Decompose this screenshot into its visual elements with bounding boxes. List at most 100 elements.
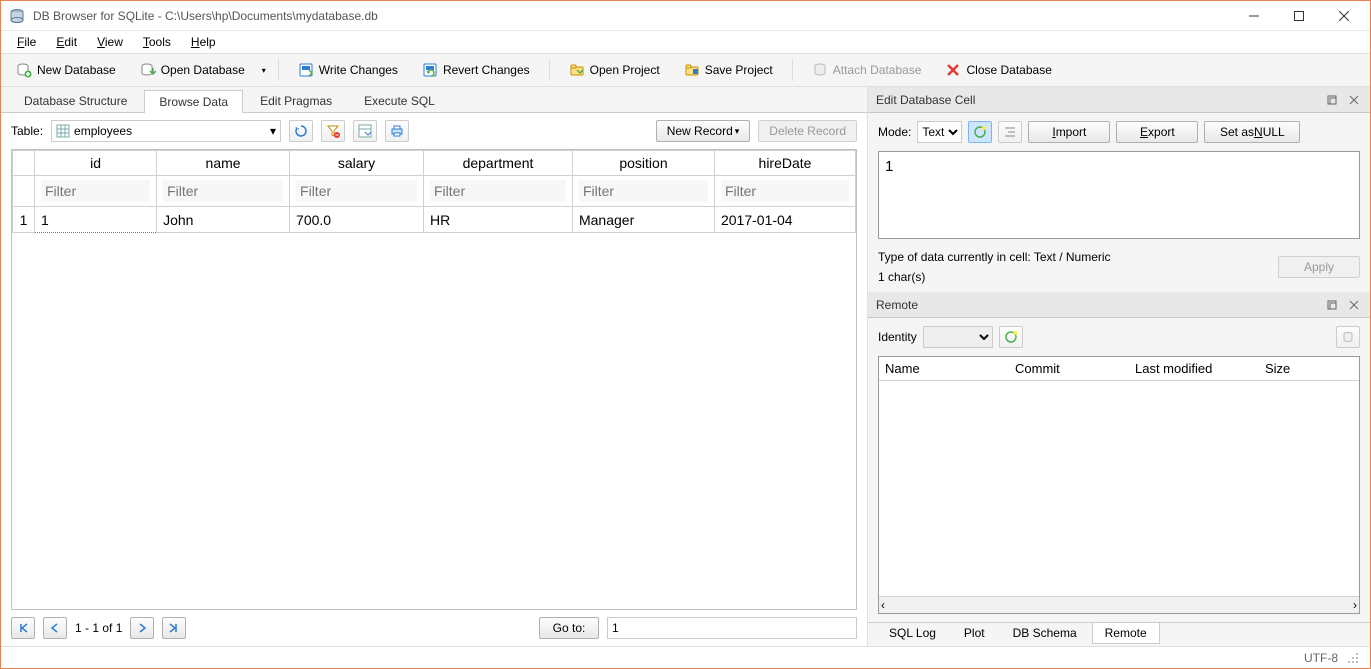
filter-hiredate[interactable] (721, 180, 849, 202)
apply-button[interactable]: Apply (1278, 256, 1360, 278)
new-record-button[interactable]: New Record▾ (656, 120, 751, 142)
col-id[interactable]: id (35, 151, 157, 176)
clear-filters-button[interactable] (321, 120, 345, 142)
cell-salary[interactable]: 700.0 (290, 207, 424, 233)
next-page-button[interactable] (130, 617, 154, 639)
tab-remote[interactable]: Remote (1092, 623, 1160, 644)
remote-col-size[interactable]: Size (1259, 357, 1359, 380)
edit-cell-header: Edit Database Cell (868, 87, 1370, 113)
maximize-button[interactable] (1276, 2, 1321, 30)
dock-icon[interactable] (1324, 92, 1340, 108)
close-database-label: Close Database (966, 63, 1051, 77)
cell-editor[interactable]: 1 (878, 151, 1360, 239)
scroll-left-icon[interactable]: ‹ (881, 598, 885, 612)
tab-database-structure[interactable]: Database Structure (9, 89, 142, 112)
goto-input[interactable] (607, 617, 857, 639)
chevron-down-icon: ▾ (270, 124, 276, 138)
import-button[interactable]: Import (1028, 121, 1110, 143)
menu-tools[interactable]: Tools (133, 33, 181, 51)
prev-page-button[interactable] (43, 617, 67, 639)
tab-sql-log[interactable]: SQL Log (876, 623, 949, 644)
col-hiredate[interactable]: hireDate (714, 151, 855, 176)
close-panel-icon[interactable] (1346, 297, 1362, 313)
export-button[interactable]: Export (1116, 121, 1198, 143)
cell-hiredate[interactable]: 2017-01-04 (714, 207, 855, 233)
remote-push-button[interactable] (1336, 326, 1360, 348)
filter-position[interactable] (579, 180, 708, 202)
menu-view[interactable]: View (87, 33, 133, 51)
open-database-dropdown[interactable]: ▾ (260, 66, 268, 75)
menu-file[interactable]: File (7, 33, 46, 51)
open-project-button[interactable]: Open Project (560, 58, 669, 82)
delete-record-button[interactable]: Delete Record (758, 120, 857, 142)
table-label: Table: (11, 124, 43, 138)
col-position[interactable]: position (572, 151, 714, 176)
tab-edit-pragmas[interactable]: Edit Pragmas (245, 89, 347, 112)
resize-grip-icon[interactable] (1346, 651, 1360, 665)
refresh-button[interactable] (289, 120, 313, 142)
save-table-button[interactable] (353, 120, 377, 142)
col-name[interactable]: name (157, 151, 290, 176)
set-null-button[interactable]: Set as NULL (1204, 121, 1300, 143)
cell-id[interactable]: 1 (35, 207, 157, 233)
write-changes-button[interactable]: Write Changes (289, 58, 407, 82)
remote-col-name[interactable]: Name (879, 357, 1009, 380)
table-select[interactable]: employees ▾ (51, 120, 281, 142)
close-database-button[interactable]: Close Database (936, 58, 1060, 82)
cell-position[interactable]: Manager (572, 207, 714, 233)
open-database-label: Open Database (161, 63, 245, 77)
close-button[interactable] (1321, 2, 1366, 30)
page-range: 1 - 1 of 1 (75, 621, 122, 635)
close-panel-icon[interactable] (1346, 92, 1362, 108)
main-tabbar: Database Structure Browse Data Edit Prag… (1, 87, 867, 113)
filter-id[interactable] (41, 180, 150, 202)
indent-button[interactable] (998, 121, 1022, 143)
identity-refresh-button[interactable] (999, 326, 1023, 348)
dock-icon[interactable] (1324, 297, 1340, 313)
tab-db-schema[interactable]: DB Schema (1000, 623, 1090, 644)
mode-select[interactable]: Text (917, 121, 962, 143)
row-index: 1 (13, 207, 35, 233)
tab-plot[interactable]: Plot (951, 623, 998, 644)
attach-database-button[interactable]: Attach Database (803, 58, 931, 82)
filter-salary[interactable] (296, 180, 417, 202)
identity-select[interactable] (923, 326, 993, 348)
data-table-area[interactable]: id name salary department position hireD… (11, 149, 857, 610)
new-database-button[interactable]: New Database (7, 58, 125, 82)
cell-department[interactable]: HR (424, 207, 573, 233)
revert-changes-label: Revert Changes (443, 63, 530, 77)
new-database-label: New Database (37, 63, 116, 77)
save-project-icon (684, 62, 700, 78)
text-format-button[interactable] (968, 121, 992, 143)
menu-edit[interactable]: Edit (46, 33, 87, 51)
table-corner (13, 151, 35, 176)
statusbar: UTF-8 (1, 646, 1370, 668)
tab-browse-data[interactable]: Browse Data (144, 90, 243, 113)
cell-name[interactable]: John (157, 207, 290, 233)
revert-changes-button[interactable]: Revert Changes (413, 58, 539, 82)
print-button[interactable] (385, 120, 409, 142)
open-project-icon (569, 62, 585, 78)
table-row[interactable]: 1 1 John 700.0 HR Manager 2017-01-04 (13, 207, 856, 233)
filter-name[interactable] (163, 180, 283, 202)
edit-cell-title: Edit Database Cell (876, 93, 975, 107)
open-database-button[interactable]: Open Database (131, 58, 254, 82)
remote-header: Remote (868, 292, 1370, 318)
col-salary[interactable]: salary (290, 151, 424, 176)
remote-col-modified[interactable]: Last modified (1129, 357, 1259, 380)
first-page-button[interactable] (11, 617, 35, 639)
menu-help[interactable]: Help (181, 33, 226, 51)
left-panel: Database Structure Browse Data Edit Prag… (1, 87, 868, 646)
minimize-button[interactable] (1231, 2, 1276, 30)
window-title: DB Browser for SQLite - C:\Users\hp\Docu… (33, 9, 378, 23)
tab-execute-sql[interactable]: Execute SQL (349, 89, 450, 112)
last-page-button[interactable] (162, 617, 186, 639)
col-department[interactable]: department (424, 151, 573, 176)
remote-col-commit[interactable]: Commit (1009, 357, 1129, 380)
remote-scrollbar[interactable]: ‹ › (879, 596, 1359, 613)
scroll-right-icon[interactable]: › (1353, 598, 1357, 612)
filter-department[interactable] (430, 180, 566, 202)
save-project-button[interactable]: Save Project (675, 58, 782, 82)
goto-button[interactable]: Go to: (539, 617, 599, 639)
edit-cell-body: Mode: Text Import Export Set as NULL 1 T… (868, 113, 1370, 292)
